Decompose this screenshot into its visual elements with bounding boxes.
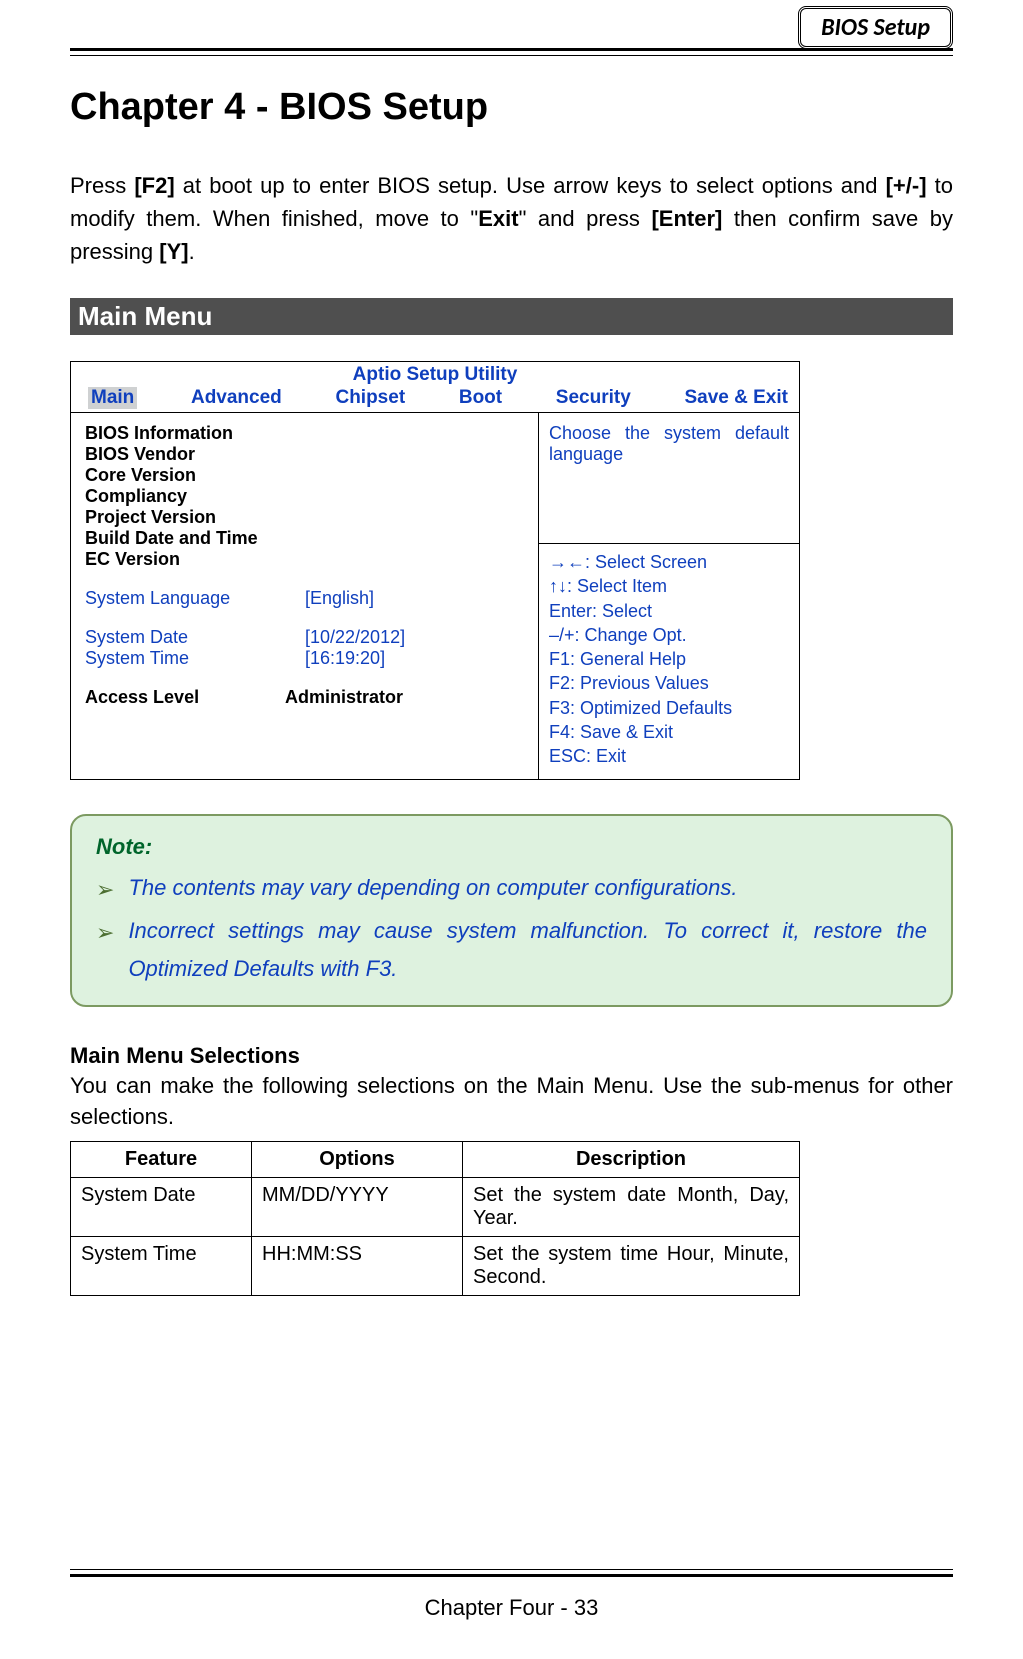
- key-y: [Y]: [159, 239, 188, 264]
- tab-chipset[interactable]: Chipset: [335, 387, 405, 409]
- text: " and press: [519, 206, 652, 231]
- cell-description: Set the system time Hour, Minute, Second…: [463, 1236, 800, 1295]
- key-change-opt: –/+: Change Opt.: [549, 623, 789, 647]
- table-row: System Time HH:MM:SS Set the system time…: [71, 1236, 800, 1295]
- key-select-screen: →←: Select Screen: [549, 550, 789, 574]
- bios-utility-title: Aptio Setup Utility: [71, 362, 800, 387]
- selections-table: Feature Options Description System Date …: [70, 1141, 800, 1296]
- bullet-icon: ➢: [96, 914, 114, 951]
- key-f3-defaults: F3: Optimized Defaults: [549, 696, 789, 720]
- cell-feature: System Time: [71, 1236, 252, 1295]
- tab-boot[interactable]: Boot: [459, 387, 502, 409]
- system-date-label[interactable]: System Date: [85, 627, 305, 648]
- system-language-value[interactable]: [English]: [305, 588, 374, 609]
- bios-left-pane: BIOS Information BIOS Vendor Core Versio…: [71, 413, 539, 780]
- bios-help-text: Choose the system default language: [539, 413, 799, 544]
- project-version-label: Project Version: [85, 507, 524, 528]
- selections-heading: Main Menu Selections: [70, 1043, 953, 1069]
- section-main-menu: Main Menu: [70, 298, 953, 335]
- page-header: BIOS Setup: [70, 0, 953, 56]
- system-language-label[interactable]: System Language: [85, 588, 305, 609]
- key-enter: [Enter]: [651, 206, 722, 231]
- table-row: System Date MM/DD/YYYY Set the system da…: [71, 1177, 800, 1236]
- cell-description: Set the system date Month, Day, Year.: [463, 1177, 800, 1236]
- header-rule: [70, 48, 953, 56]
- text: at boot up to enter BIOS setup. Use arro…: [175, 173, 886, 198]
- bios-right-pane: Choose the system default language →←: S…: [539, 413, 800, 780]
- key-plusminus: [+/-]: [886, 173, 927, 198]
- col-description: Description: [463, 1141, 800, 1177]
- key-esc-exit: ESC: Exit: [549, 744, 789, 768]
- intro-paragraph: Press [F2] at boot up to enter BIOS setu…: [70, 169, 953, 268]
- key-select-item: ↑↓: Select Item: [549, 574, 789, 598]
- col-options: Options: [252, 1141, 463, 1177]
- compliancy-label: Compliancy: [85, 486, 524, 507]
- footer-text: Chapter Four - 33: [70, 1595, 953, 1621]
- bios-vendor-label: BIOS Vendor: [85, 444, 524, 465]
- access-level-value: Administrator: [285, 687, 403, 708]
- bios-panel: Aptio Setup Utility Main Advanced Chipse…: [70, 361, 800, 780]
- header-badge: BIOS Setup: [798, 6, 953, 49]
- cell-feature: System Date: [71, 1177, 252, 1236]
- cell-options: MM/DD/YYYY: [252, 1177, 463, 1236]
- bios-key-legend: →←: Select Screen ↑↓: Select Item Enter:…: [539, 544, 799, 779]
- cell-options: HH:MM:SS: [252, 1236, 463, 1295]
- system-time-label[interactable]: System Time: [85, 648, 305, 669]
- key-f4-save: F4: Save & Exit: [549, 720, 789, 744]
- note-bullet-2: Incorrect settings may cause system malf…: [128, 912, 927, 987]
- key-f2-prev: F2: Previous Values: [549, 671, 789, 695]
- text: .: [189, 239, 195, 264]
- tab-save-exit[interactable]: Save & Exit: [684, 387, 788, 409]
- note-bullet-1: The contents may vary depending on compu…: [128, 869, 737, 906]
- key-f1-help: F1: General Help: [549, 647, 789, 671]
- tab-main[interactable]: Main: [88, 387, 137, 409]
- note-box: Note: ➢ The contents may vary depending …: [70, 814, 953, 1008]
- build-date-label: Build Date and Time: [85, 528, 524, 549]
- system-time-value[interactable]: [16:19:20]: [305, 648, 385, 669]
- col-feature: Feature: [71, 1141, 252, 1177]
- tab-advanced[interactable]: Advanced: [191, 387, 282, 409]
- key-enter-select: Enter: Select: [549, 599, 789, 623]
- tab-security[interactable]: Security: [556, 387, 631, 409]
- key-f2: [F2]: [134, 173, 174, 198]
- system-date-value[interactable]: [10/22/2012]: [305, 627, 405, 648]
- access-level-label: Access Level: [85, 687, 285, 708]
- core-version-label: Core Version: [85, 465, 524, 486]
- selections-lead: You can make the following selections on…: [70, 1071, 953, 1133]
- note-label: Note:: [96, 828, 927, 865]
- page-footer: Chapter Four - 33: [70, 1569, 953, 1621]
- exit-word: Exit: [478, 206, 518, 231]
- footer-rule: [70, 1569, 953, 1577]
- text: Press: [70, 173, 134, 198]
- bios-info-header: BIOS Information: [85, 423, 524, 444]
- ec-version-label: EC Version: [85, 549, 524, 570]
- chapter-title: Chapter 4 - BIOS Setup: [70, 86, 953, 129]
- bullet-icon: ➢: [96, 871, 114, 908]
- bios-tabs-row: Main Advanced Chipset Boot Security Save…: [71, 386, 800, 413]
